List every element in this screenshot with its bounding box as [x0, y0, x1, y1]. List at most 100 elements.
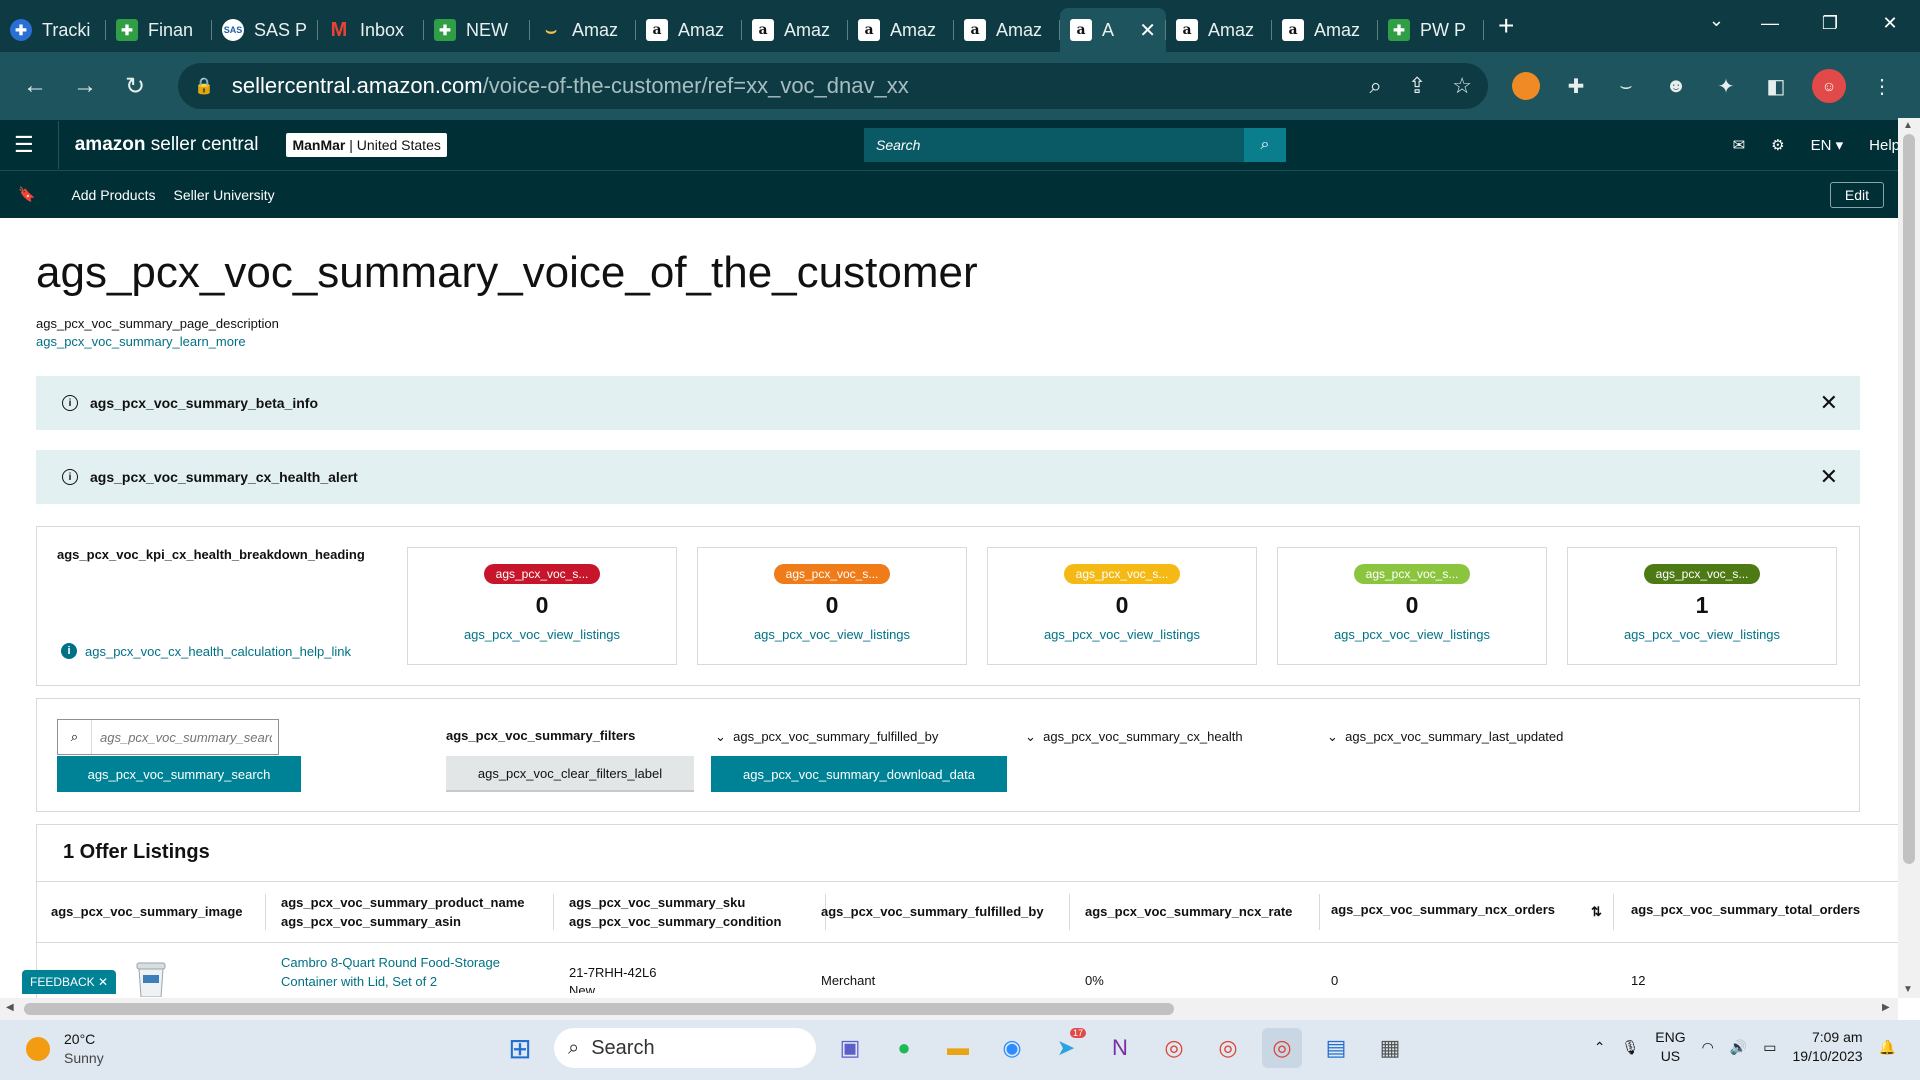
zoom-icon[interactable]: ⌕	[1370, 73, 1382, 99]
account-switcher[interactable]: ManMar | United States	[286, 133, 447, 157]
bookmark-icon[interactable]: 🔖	[18, 186, 35, 203]
chrome-active-icon[interactable]: ◎	[1262, 1028, 1302, 1068]
sort-icon[interactable]: ⇅	[1591, 902, 1602, 921]
download-data-button[interactable]: ags_pcx_voc_summary_download_data	[711, 756, 1007, 792]
file-explorer-icon[interactable]: ▬	[938, 1028, 978, 1068]
view-listings-link[interactable]: ags_pcx_voc_view_listings	[698, 627, 966, 642]
restore-icon[interactable]: ❐	[1800, 0, 1860, 46]
nav-seller-university[interactable]: Seller University	[174, 187, 275, 203]
volume-icon[interactable]: 🔊	[1730, 1039, 1747, 1056]
product-thumbnail[interactable]	[131, 957, 171, 997]
share-icon[interactable]: ⇪	[1408, 73, 1426, 99]
onenote-icon[interactable]: N	[1100, 1028, 1140, 1068]
browser-tab[interactable]: a Amaz	[742, 8, 848, 52]
taskbar-search[interactable]: ⌕ Search	[554, 1028, 816, 1068]
windows-start-icon[interactable]: ⊞	[500, 1028, 540, 1068]
extension-cross-icon[interactable]: ✚	[1562, 72, 1590, 100]
microphone-icon[interactable]: 🎙	[1621, 1039, 1639, 1056]
view-listings-link[interactable]: ags_pcx_voc_view_listings	[1568, 627, 1836, 642]
browser-tab[interactable]: ✚ NEW	[424, 8, 530, 52]
close-tab-icon[interactable]: ✕	[1139, 18, 1156, 43]
menu-dots-icon[interactable]: ⋮	[1868, 72, 1896, 100]
hamburger-menu-icon[interactable]: ☰	[14, 132, 34, 158]
browser-tab[interactable]: ✚ Tracki	[0, 8, 106, 52]
weather-widget[interactable]: 20°C Sunny	[26, 1030, 104, 1068]
browser-tab[interactable]: M Inbox	[318, 8, 424, 52]
header-search-input[interactable]	[864, 128, 1244, 162]
extension-icon[interactable]	[1512, 72, 1540, 100]
product-name-link[interactable]: Cambro 8-Quart Round Food-Storage Contain…	[281, 953, 500, 991]
view-listings-link[interactable]: ags_pcx_voc_view_listings	[988, 627, 1256, 642]
browser-tab[interactable]: a Amaz	[954, 8, 1060, 52]
lock-icon[interactable]: 🔒	[194, 76, 214, 96]
reload-icon[interactable]: ↻	[114, 65, 156, 107]
browser-tab[interactable]: ⌣ Amaz	[530, 8, 636, 52]
scroll-right-icon[interactable]: ▶	[1882, 1002, 1890, 1013]
scroll-thumb[interactable]	[24, 1003, 1174, 1015]
scroll-down-icon[interactable]: ▼	[1903, 984, 1913, 995]
scroll-up-icon[interactable]: ▲	[1903, 120, 1913, 131]
chevron-up-icon[interactable]: ⌃	[1594, 1039, 1606, 1056]
search-button[interactable]: ags_pcx_voc_summary_search	[57, 756, 301, 792]
tab-search-chevron-icon[interactable]: ⌄	[1709, 10, 1724, 31]
close-window-icon[interactable]: ✕	[1860, 0, 1920, 46]
seller-central-logo[interactable]: amazon seller central	[75, 134, 259, 156]
extension-robot-icon[interactable]: ☻	[1662, 72, 1690, 100]
last-updated-dropdown[interactable]: ⌄ ags_pcx_voc_summary_last_updated	[1327, 729, 1563, 745]
kpi-help-link[interactable]: i ags_pcx_voc_cx_health_calculation_help_…	[61, 643, 351, 659]
telegram-icon[interactable]: ➤ 17	[1046, 1028, 1086, 1068]
browser-tab[interactable]: a Amaz	[1166, 8, 1272, 52]
browser-tab[interactable]: a Amaz	[848, 8, 954, 52]
minimize-icon[interactable]: —	[1740, 0, 1800, 46]
notification-bell-icon[interactable]: 🔔	[1879, 1039, 1896, 1056]
scroll-left-icon[interactable]: ◀	[6, 1002, 14, 1013]
chrome-icon[interactable]: ◎	[1154, 1028, 1194, 1068]
teams-meet-icon[interactable]: ▣	[830, 1028, 870, 1068]
browser-tab[interactable]: a Amaz	[1272, 8, 1378, 52]
forward-icon[interactable]: →	[64, 65, 106, 107]
listing-search-input[interactable]	[92, 721, 272, 753]
feedback-button[interactable]: FEEDBACK ✕	[22, 970, 117, 994]
vertical-scrollbar[interactable]: ▲ ▼	[1898, 118, 1920, 998]
language-selector[interactable]: EN ▾	[1811, 136, 1844, 154]
gear-icon[interactable]: ⚙	[1771, 136, 1784, 154]
language-indicator[interactable]: ENG US	[1655, 1028, 1685, 1066]
chrome-profile-icon[interactable]: ◎	[1208, 1028, 1248, 1068]
extension-amazon-icon[interactable]: ⌣	[1612, 72, 1640, 100]
bookmark-star-icon[interactable]: ☆	[1452, 73, 1472, 99]
close-icon[interactable]: ✕	[98, 975, 108, 989]
back-icon[interactable]: ←	[14, 65, 56, 107]
scroll-thumb[interactable]	[1903, 134, 1915, 864]
help-link[interactable]: Help	[1869, 137, 1900, 154]
horizontal-scrollbar[interactable]: ◀ ▶	[0, 998, 1898, 1020]
browser-tab[interactable]: ✚ Finan	[106, 8, 212, 52]
search-icon[interactable]: ⌕	[1244, 128, 1286, 162]
view-listings-link[interactable]: ags_pcx_voc_view_listings	[1278, 627, 1546, 642]
new-tab-icon[interactable]: +	[1498, 10, 1514, 42]
fulfilled-by-dropdown[interactable]: ⌄ ags_pcx_voc_summary_fulfilled_by	[715, 729, 938, 745]
cx-health-dropdown[interactable]: ⌄ ags_pcx_voc_summary_cx_health	[1025, 729, 1243, 745]
address-bar[interactable]: 🔒 sellercentral.amazon.com/voice-of-the-…	[178, 63, 1488, 109]
learn-more-link[interactable]: ags_pcx_voc_summary_learn_more	[36, 334, 246, 349]
profile-avatar-icon[interactable]: ☺	[1812, 69, 1846, 103]
battery-icon[interactable]: ▭	[1763, 1039, 1776, 1056]
close-icon[interactable]: ✕	[1820, 464, 1838, 490]
close-icon[interactable]: ✕	[1820, 390, 1838, 416]
browser-tab[interactable]: ✚ PW P	[1378, 8, 1484, 52]
calculator-icon[interactable]: ▦	[1370, 1028, 1410, 1068]
wifi-icon[interactable]: ◠	[1702, 1039, 1714, 1056]
side-panel-icon[interactable]: ◧	[1762, 72, 1790, 100]
edit-button[interactable]: Edit	[1829, 182, 1884, 208]
nav-add-products[interactable]: Add Products	[71, 187, 155, 203]
clear-filters-button[interactable]: ags_pcx_voc_clear_filters_label	[446, 756, 694, 792]
zoom-icon[interactable]: ◉	[992, 1028, 1032, 1068]
browser-tab[interactable]: SAS SAS P	[212, 8, 318, 52]
puzzle-icon[interactable]: ✦	[1712, 72, 1740, 100]
browser-tab-active[interactable]: a A ✕	[1060, 8, 1166, 52]
spotify-icon[interactable]: ●	[884, 1028, 924, 1068]
notepad-icon[interactable]: ▤	[1316, 1028, 1356, 1068]
browser-tab[interactable]: a Amaz	[636, 8, 742, 52]
mail-icon[interactable]: ✉	[1733, 136, 1746, 154]
clock[interactable]: 7:09 am 19/10/2023	[1792, 1028, 1862, 1066]
view-listings-link[interactable]: ags_pcx_voc_view_listings	[408, 627, 676, 642]
